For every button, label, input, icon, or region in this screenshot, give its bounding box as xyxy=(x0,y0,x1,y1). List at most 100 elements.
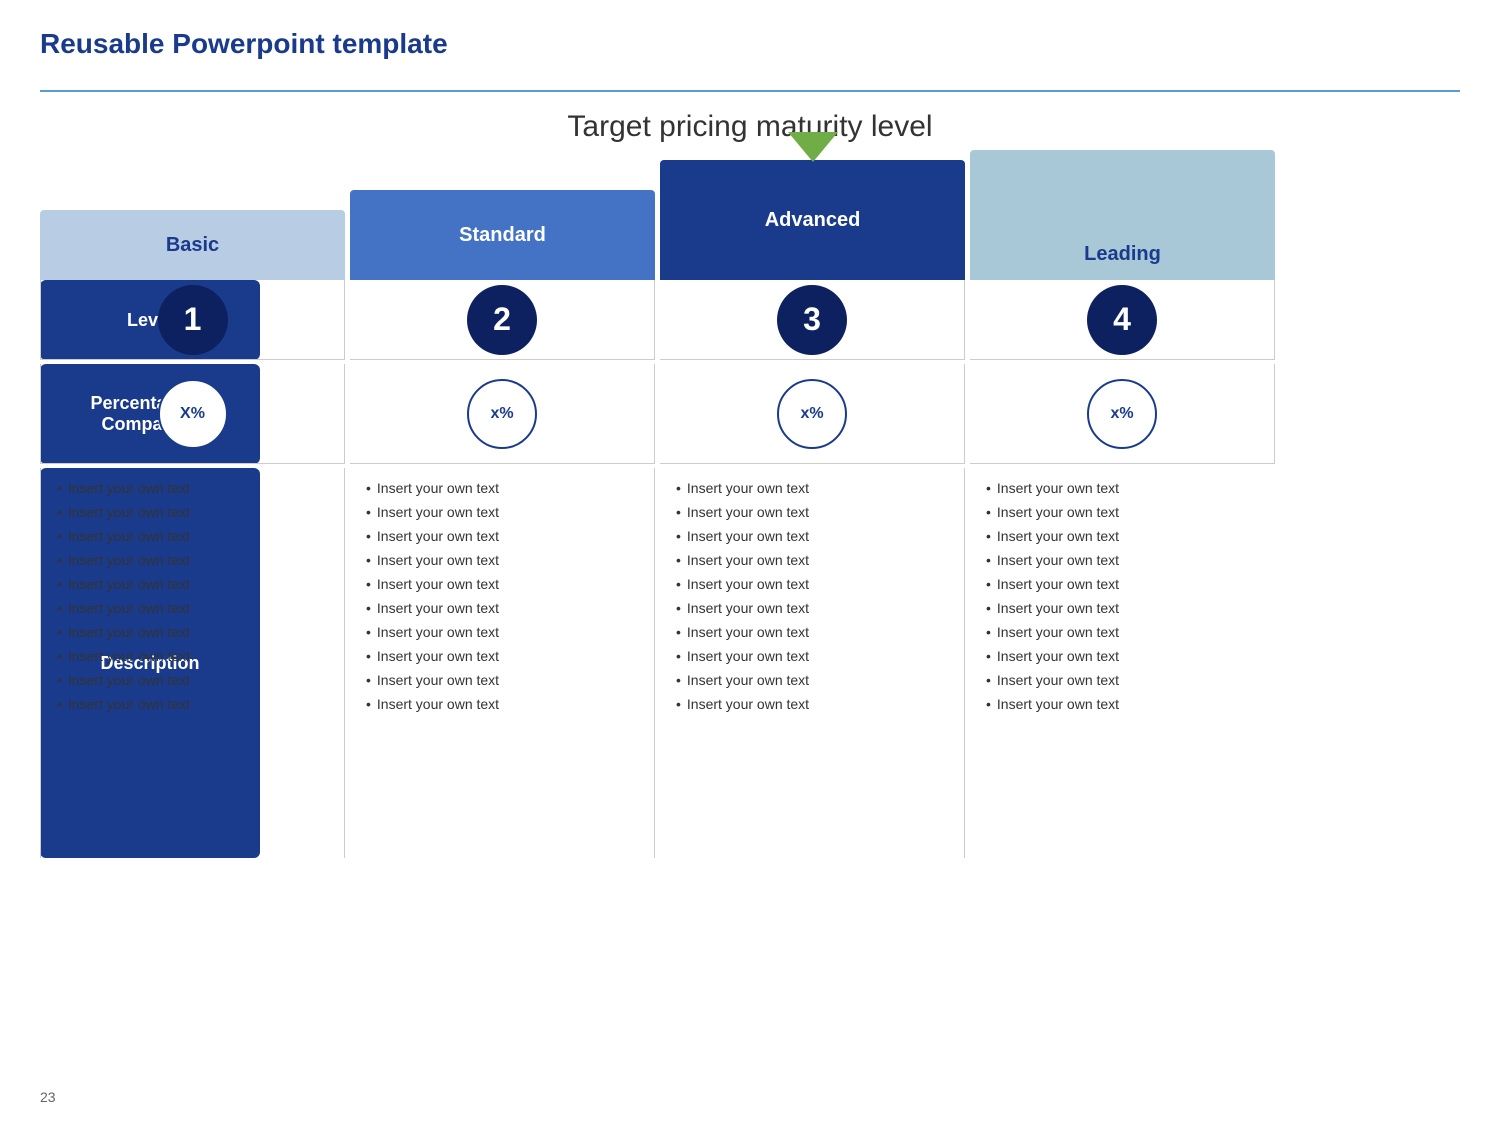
pct-circle-advanced: x% xyxy=(777,379,847,449)
list-item: • Insert your own text xyxy=(676,552,948,568)
header-leading: Leading xyxy=(970,150,1275,280)
list-item: • Insert your own text xyxy=(986,528,1259,544)
pct-cell-advanced: x% xyxy=(660,364,965,464)
list-item: • Insert your own text xyxy=(57,648,328,664)
list-item: • Insert your own text xyxy=(57,600,328,616)
level-cell-leading: 4 xyxy=(970,280,1275,360)
bullet: • xyxy=(986,648,991,664)
bullet: • xyxy=(676,672,681,688)
desc-cell-standard: • Insert your own text • Insert your own… xyxy=(350,468,655,858)
level-cell-standard: 2 xyxy=(350,280,655,360)
list-item: • Insert your own text xyxy=(676,600,948,616)
page-title: Reusable Powerpoint template xyxy=(40,28,448,60)
level-circle-1: 1 xyxy=(158,285,228,355)
list-item: • Insert your own text xyxy=(986,552,1259,568)
list-item: • Insert your own text xyxy=(676,504,948,520)
header-standard: Standard xyxy=(350,190,655,280)
list-item: • Insert your own text xyxy=(366,504,638,520)
list-item: • Insert your own text xyxy=(986,696,1259,712)
list-item: • Insert your own text xyxy=(676,576,948,592)
bullet: • xyxy=(676,480,681,496)
level-circle-4: 4 xyxy=(1087,285,1157,355)
list-item: • Insert your own text xyxy=(366,576,638,592)
bullet: • xyxy=(986,552,991,568)
bullet: • xyxy=(986,504,991,520)
column-leading: Leading 4 x% • Insert your own text • In… xyxy=(970,150,1275,1065)
chart-title: Target pricing maturity level xyxy=(0,110,1500,144)
list-item: • Insert your own text xyxy=(366,480,638,496)
desc-cell-leading: • Insert your own text • Insert your own… xyxy=(970,468,1275,858)
list-item: • Insert your own text xyxy=(366,624,638,640)
divider xyxy=(40,90,1460,92)
bullet: • xyxy=(366,672,371,688)
pct-cell-basic: X% xyxy=(40,364,345,464)
bullet: • xyxy=(366,552,371,568)
bullet: • xyxy=(986,576,991,592)
pct-circle-standard: x% xyxy=(467,379,537,449)
list-item: • Insert your own text xyxy=(676,624,948,640)
list-item: • Insert your own text xyxy=(986,504,1259,520)
bullet: • xyxy=(57,528,62,544)
list-item: • Insert your own text xyxy=(57,672,328,688)
column-standard: Standard 2 x% • Insert your own text • I… xyxy=(350,150,655,1065)
list-item: • Insert your own text xyxy=(57,552,328,568)
list-item: • Insert your own text xyxy=(366,648,638,664)
bullet: • xyxy=(676,528,681,544)
list-item: • Insert your own text xyxy=(57,624,328,640)
list-item: • Insert your own text xyxy=(676,672,948,688)
bullet: • xyxy=(57,552,62,568)
bullet: • xyxy=(57,504,62,520)
level-circle-2: 2 xyxy=(467,285,537,355)
list-item: • Insert your own text xyxy=(676,480,948,496)
green-arrow-icon xyxy=(788,132,838,162)
bullet: • xyxy=(986,528,991,544)
desc-cell-basic: • Insert your own text • Insert your own… xyxy=(40,468,345,858)
bullet: • xyxy=(676,552,681,568)
pct-cell-standard: x% xyxy=(350,364,655,464)
page-number: 23 xyxy=(40,1089,56,1105)
bullet: • xyxy=(676,600,681,616)
bullet: • xyxy=(366,696,371,712)
bullet: • xyxy=(57,480,62,496)
bullet: • xyxy=(57,576,62,592)
desc-cell-advanced: • Insert your own text • Insert your own… xyxy=(660,468,965,858)
header-advanced: Advanced xyxy=(660,160,965,280)
level-cell-advanced: 3 xyxy=(660,280,965,360)
pct-cell-leading: x% xyxy=(970,364,1275,464)
list-item: • Insert your own text xyxy=(366,672,638,688)
list-item: • Insert your own text xyxy=(986,624,1259,640)
bullet: • xyxy=(676,576,681,592)
list-item: • Insert your own text xyxy=(676,696,948,712)
list-item: • Insert your own text xyxy=(986,480,1259,496)
header-basic: Basic xyxy=(40,210,345,280)
main-content: Level Percentage of Companies Descriptio… xyxy=(40,150,1460,1065)
bullet: • xyxy=(366,528,371,544)
bullet: • xyxy=(366,480,371,496)
list-item: • Insert your own text xyxy=(366,600,638,616)
column-advanced: Advanced 3 x% • Insert your own text • I… xyxy=(660,150,965,1065)
bullet: • xyxy=(986,696,991,712)
bullet: • xyxy=(57,696,62,712)
bullet: • xyxy=(57,648,62,664)
list-item: • Insert your own text xyxy=(986,576,1259,592)
bullet: • xyxy=(57,672,62,688)
list-item: • Insert your own text xyxy=(57,696,328,712)
list-item: • Insert your own text xyxy=(986,600,1259,616)
bullet: • xyxy=(57,600,62,616)
bullet: • xyxy=(366,576,371,592)
bullet: • xyxy=(986,480,991,496)
list-item: • Insert your own text xyxy=(986,648,1259,664)
bullet: • xyxy=(676,648,681,664)
bullet: • xyxy=(57,624,62,640)
list-item: • Insert your own text xyxy=(676,648,948,664)
bullet: • xyxy=(986,672,991,688)
bullet: • xyxy=(676,696,681,712)
list-item: • Insert your own text xyxy=(57,504,328,520)
level-circle-3: 3 xyxy=(777,285,847,355)
list-item: • Insert your own text xyxy=(366,552,638,568)
column-basic: Basic 1 X% • Insert your own text • Inse… xyxy=(40,150,345,1065)
bullet: • xyxy=(366,504,371,520)
bullet: • xyxy=(676,624,681,640)
bullet: • xyxy=(366,600,371,616)
list-item: • Insert your own text xyxy=(57,576,328,592)
